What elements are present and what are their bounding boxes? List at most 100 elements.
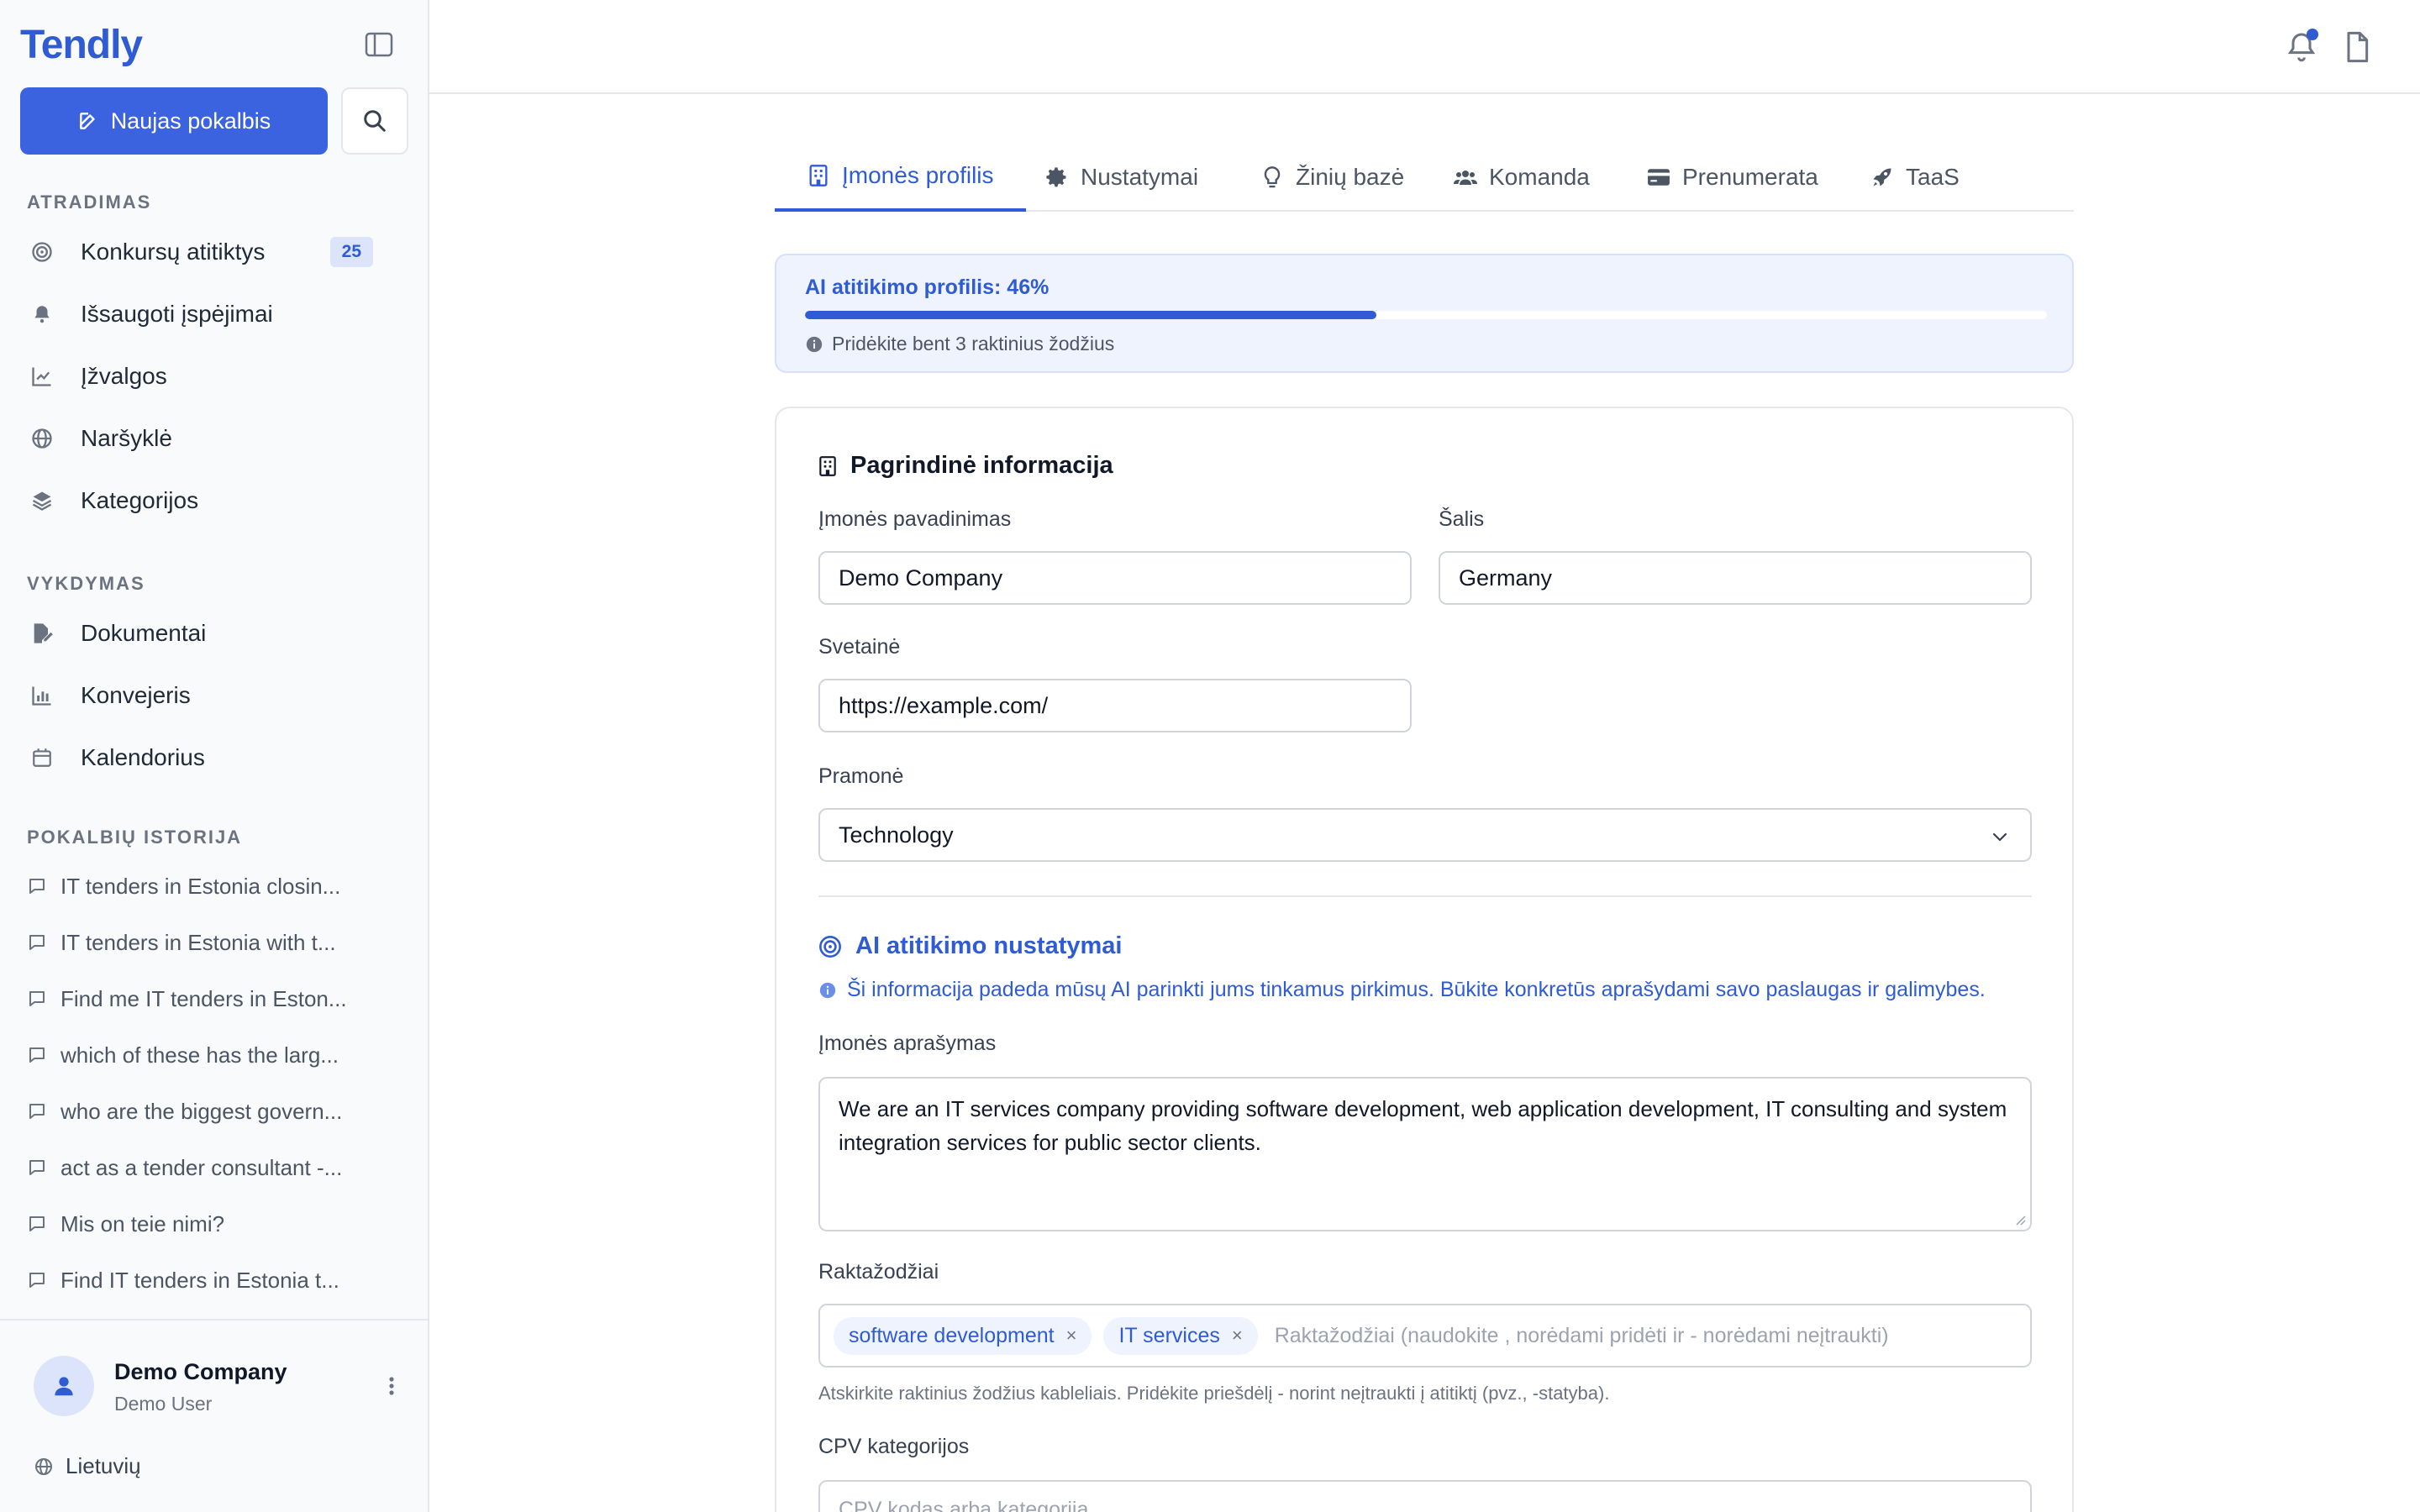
chat-history-item[interactable]: Find IT tenders in Estonia t...	[27, 1259, 397, 1301]
info-icon	[806, 336, 823, 352]
progress-hint: Pridėkite bent 3 raktinius žodžius	[805, 333, 1114, 355]
brand-logo[interactable]: Tendly	[20, 22, 143, 68]
tab-label: Įmonės profilis	[842, 162, 994, 188]
chevron-down-icon	[1992, 832, 2007, 842]
avatar[interactable]	[34, 1356, 94, 1416]
remove-keyword-icon[interactable]: ×	[1066, 1325, 1077, 1347]
sidebar-item-tender-matches[interactable]: Konkursų atitiktys 25	[20, 223, 407, 281]
company-name-input[interactable]: Demo Company	[818, 551, 1412, 605]
chat-history-title: Mis on teie nimi?	[60, 1210, 225, 1236]
chat-bubble-icon	[29, 1047, 45, 1063]
chat-bubble-icon	[29, 1273, 45, 1288]
keyword-chip-label: software development	[849, 1323, 1055, 1347]
industry-select[interactable]: Technology	[818, 808, 2032, 862]
sidebar-item-browser[interactable]: Naršyklė	[20, 410, 407, 467]
sidebar-item-saved-alerts[interactable]: Išsaugoti įspėjimai	[20, 286, 407, 343]
sidebar-item-label: Kategorijos	[81, 487, 199, 513]
section-label-discovery: ATRADIMAS	[27, 192, 152, 213]
chat-history-item[interactable]: IT tenders in Estonia closin...	[27, 865, 397, 907]
notification-dot	[2307, 29, 2318, 40]
chat-history-item[interactable]: who are the biggest govern...	[27, 1090, 397, 1132]
sidebar-item-label: Įžvalgos	[81, 363, 167, 389]
target-icon	[29, 239, 55, 265]
chat-history-item[interactable]: IT tenders in Estonia with t...	[27, 921, 397, 963]
chat-history-title: IT tenders in Estonia with t...	[60, 929, 336, 955]
website-input[interactable]: https://example.com/	[818, 679, 1412, 732]
country-input[interactable]: Germany	[1439, 551, 2032, 605]
keyword-chip-label: IT services	[1118, 1323, 1220, 1347]
document-icon[interactable]	[2340, 30, 2374, 64]
notifications-bell-icon[interactable]	[2285, 29, 2318, 64]
sidebar-item-label: Konkursų atitiktys	[81, 239, 266, 265]
chat-history-item[interactable]: Find me IT tenders in Eston...	[27, 978, 397, 1020]
language-label: Lietuvių	[66, 1453, 141, 1478]
cpv-input[interactable]: CPV kodas arba kategorija	[818, 1480, 2032, 1512]
search-button[interactable]	[341, 87, 408, 155]
bar-chart-icon	[29, 682, 55, 709]
settings-tabs: Įmonės profilis Nustatymai Žinių bazė Ko…	[775, 143, 2074, 212]
tab-label: Prenumerata	[1682, 164, 1818, 190]
website-label: Svetainė	[818, 635, 901, 659]
file-pen-icon	[29, 620, 55, 647]
user-company-name: Demo Company	[114, 1359, 287, 1384]
resize-grip-icon[interactable]	[2013, 1213, 2027, 1226]
keywords-input[interactable]: software development × IT services × Rak…	[818, 1304, 2032, 1368]
chat-bubble-icon	[29, 991, 45, 1006]
sidebar-item-calendar[interactable]: Kalendorius	[20, 729, 407, 786]
calendar-icon	[29, 744, 55, 771]
chat-bubble-icon	[29, 1160, 45, 1175]
tab-knowledge-base[interactable]: Žinių bazė	[1228, 143, 1436, 212]
tab-subscription[interactable]: Prenumerata	[1615, 143, 1850, 212]
matches-count-badge: 25	[329, 237, 373, 267]
chat-history-item[interactable]: act as a tender consultant -...	[27, 1147, 397, 1189]
language-selector[interactable]: Lietuvių	[34, 1453, 141, 1479]
basic-info-heading: Pagrindinė informacija	[818, 452, 1113, 480]
sidebar-item-documents[interactable]: Dokumentai	[20, 605, 407, 662]
section-label-history: POKALBIŲ ISTORIJA	[27, 827, 243, 848]
rocket-icon	[1870, 165, 1894, 189]
globe-icon	[29, 425, 55, 452]
ai-profile-progress-card: AI atitikimo profilis: 46% Pridėkite ben…	[775, 254, 2074, 373]
keywords-placeholder[interactable]: Raktažodžiai (naudokite , norėdami pridė…	[1275, 1324, 1889, 1348]
remove-keyword-icon[interactable]: ×	[1232, 1325, 1243, 1347]
section-divider	[818, 895, 2032, 897]
chat-history-item[interactable]: which of these has the larg...	[27, 1034, 397, 1076]
sidebar-toggle-icon[interactable]	[365, 32, 398, 60]
description-textarea[interactable]: We are an IT services company providing …	[818, 1077, 2032, 1231]
ai-profile-progress-title: AI atitikimo profilis: 46%	[805, 276, 1050, 299]
user-icon	[55, 1377, 73, 1396]
ai-settings-heading: AI atitikimo nustatymai	[818, 932, 1122, 960]
lightbulb-icon	[1260, 165, 1284, 189]
sidebar-item-pipeline[interactable]: Konvejeris	[20, 667, 407, 724]
country-label: Šalis	[1439, 507, 1485, 531]
progress-bar	[805, 311, 2047, 319]
tab-team[interactable]: Komanda	[1422, 143, 1622, 212]
tab-settings[interactable]: Nustatymai	[1013, 143, 1230, 212]
description-text: We are an IT services company providing …	[839, 1096, 2007, 1155]
ai-settings-hint: Ši informacija padeda mūsų AI parinkti j…	[818, 978, 1986, 1002]
tab-company-profile[interactable]: Įmonės profilis	[775, 143, 1026, 212]
chat-history-title: Find me IT tenders in Eston...	[60, 985, 347, 1011]
chat-history-title: which of these has the larg...	[60, 1042, 339, 1068]
chat-history-item[interactable]: Mis on teie nimi?	[27, 1203, 397, 1245]
keyword-chip: software development ×	[834, 1316, 1092, 1355]
tab-taas[interactable]: TaaS	[1839, 143, 1991, 212]
bell-icon	[29, 301, 55, 328]
industry-selected-value: Technology	[839, 822, 954, 848]
new-chat-button[interactable]: Naujas pokalbis	[20, 87, 328, 155]
tab-label: TaaS	[1906, 164, 1960, 190]
user-block: Demo Company Demo User Lietuvių	[0, 1319, 428, 1512]
sidebar-item-categories[interactable]: Kategorijos	[20, 472, 407, 529]
sidebar-item-label: Naršyklė	[81, 425, 172, 451]
sidebar-item-insights[interactable]: Įžvalgos	[20, 348, 407, 405]
basic-info-title: Pagrindinė informacija	[850, 452, 1113, 479]
users-icon	[1454, 165, 1477, 189]
building-icon	[807, 164, 830, 187]
search-icon	[364, 110, 386, 132]
more-vertical-icon[interactable]	[381, 1373, 402, 1399]
globe-icon	[35, 1457, 52, 1475]
progress-hint-text: Pridėkite bent 3 raktinius žodžius	[832, 333, 1115, 354]
building-icon	[819, 455, 836, 476]
chat-bubble-icon	[29, 1104, 45, 1119]
sidebar-item-label: Konvejeris	[81, 682, 191, 708]
